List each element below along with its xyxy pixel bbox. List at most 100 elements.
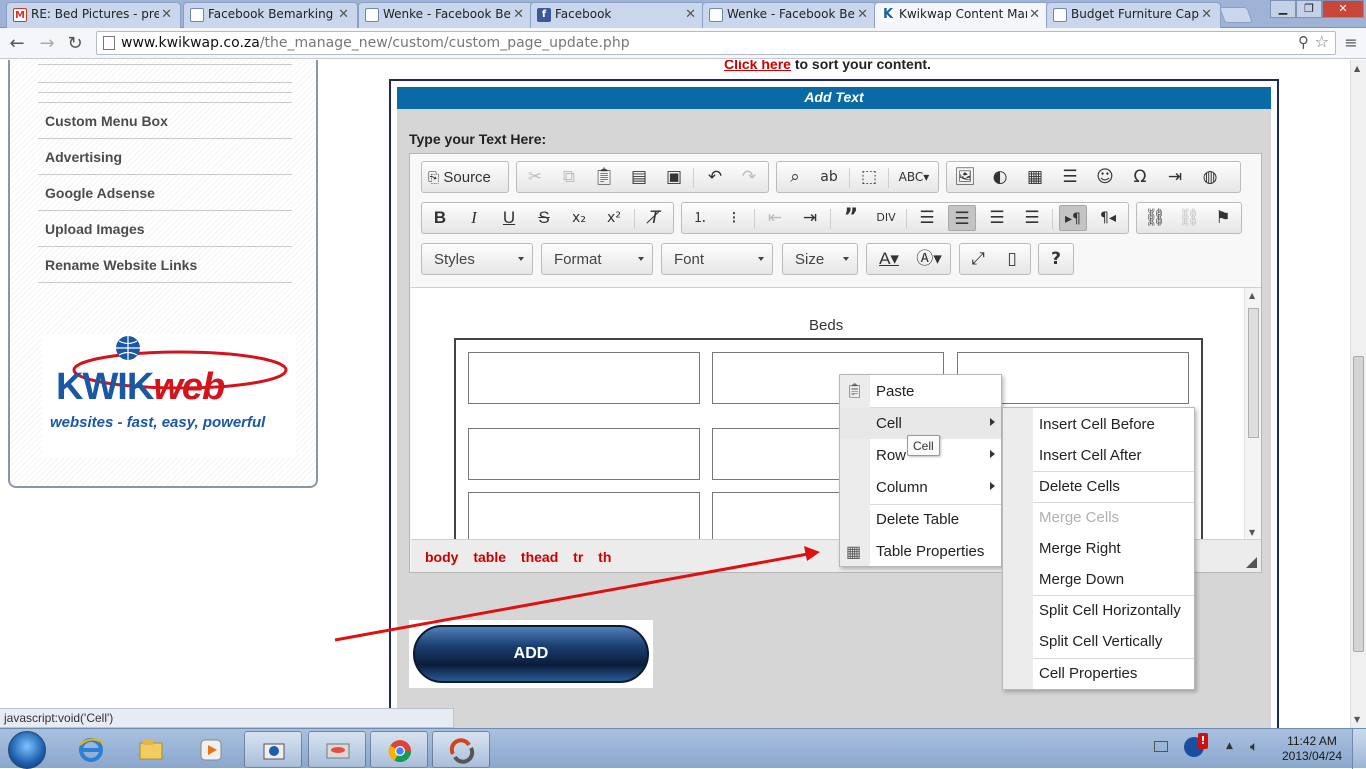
bulleted-list-icon[interactable]: ⁝ [720,205,748,231]
minimize-button[interactable]: ▁ [1270,0,1296,18]
smiley-icon[interactable]: ☺ [1091,164,1119,190]
align-left-icon[interactable]: ☰ [913,205,941,231]
restore-button[interactable]: ❐ [1296,0,1322,18]
new-tab-button[interactable] [1219,7,1253,23]
numbered-list-icon[interactable]: ⒈ [686,205,714,231]
menu-item-insert-cell-after[interactable]: Insert Cell After [1003,440,1194,471]
taskbar-item-hp[interactable] [244,731,302,768]
path-item-tr[interactable]: tr [573,549,583,565]
editor-scroll-thumb[interactable] [1248,308,1259,438]
table-cell[interactable] [468,428,700,480]
forward-arrow-icon[interactable]: → [36,33,58,54]
replace-icon[interactable]: ab [815,164,843,190]
volume-icon[interactable]: 🔈︎ [1250,739,1258,755]
taskbar-item-sync[interactable] [432,731,490,768]
page-scroll-thumb[interactable] [1353,356,1364,652]
superscript-icon[interactable]: x² [600,205,628,231]
menu-item-delete-table[interactable]: Delete Table [840,504,1001,535]
taskbar-item-media-player[interactable] [182,731,240,768]
italic-icon[interactable]: I [460,205,488,231]
browser-tab-active[interactable]: K Kwikwap Content Mar ✕ [874,2,1049,29]
taskbar-item-explorer[interactable] [122,731,180,768]
taskbar-item-chrome[interactable] [370,731,428,768]
blockquote-icon[interactable]: ” [837,205,865,231]
align-right-icon[interactable]: ☰ [983,205,1011,231]
subscript-icon[interactable]: x₂ [565,205,593,231]
sidebar-item-custom-menu-box[interactable]: Custom Menu Box [38,102,292,138]
text-color-icon[interactable]: A▾ [871,246,907,272]
unlink-icon[interactable]: ⛓ [1175,205,1203,231]
sidebar-item-google-adsense[interactable]: Google Adsense [38,174,292,210]
show-hidden-icons-icon[interactable]: ▲ [1226,741,1233,751]
image-icon[interactable]: 🖼︎ [951,164,979,190]
rtl-icon[interactable]: ¶◂ [1094,205,1122,231]
menu-icon[interactable]: ≡ [1340,33,1362,52]
cut-icon[interactable]: ✂ [521,164,549,190]
clock[interactable]: 11:42 AM 2013/04/24 [1278,734,1346,764]
close-icon[interactable]: ✕ [857,7,868,22]
resize-handle-icon[interactable] [1246,557,1257,568]
bookmark-star-icon[interactable]: ☆ [1315,32,1329,51]
browser-tab[interactable]: Wenke - Facebook Ber ✕ [358,2,533,28]
path-item-th[interactable]: th [598,549,611,565]
page-break-icon[interactable]: ⇥ [1161,164,1189,190]
menu-item-cell-properties[interactable]: Cell Properties [1003,658,1194,689]
size-combo[interactable]: Size [782,243,858,275]
align-center-icon[interactable]: ☰ [948,205,976,231]
font-combo[interactable]: Font [661,243,773,275]
spellcheck-icon[interactable]: ABC▾ [895,164,933,190]
remove-format-icon[interactable]: T̸ [641,205,669,231]
zoom-icon[interactable]: ⚲ [1298,33,1309,51]
ltr-icon[interactable]: ▸¶ [1059,205,1087,231]
add-button[interactable]: ADD [413,625,649,683]
link-icon[interactable]: ⛓ [1141,205,1169,231]
browser-tab[interactable]: Facebook Bemarking S ✕ [183,2,358,28]
menu-item-paste[interactable]: 📋︎ Paste [840,376,1001,407]
keyboard-icon[interactable] [1154,741,1168,752]
path-item-table[interactable]: table [473,549,506,565]
window-close-button[interactable]: ✕ [1322,0,1364,18]
source-button[interactable]: ⎘ Source [428,164,506,190]
sort-link[interactable]: Click here [724,60,791,72]
horizontal-rule-icon[interactable]: ☰ [1056,164,1084,190]
show-blocks-icon[interactable]: ▯ [998,246,1026,272]
taskbar-item-app[interactable] [308,731,366,768]
menu-item-insert-cell-before[interactable]: Insert Cell Before [1003,409,1194,440]
table-icon[interactable]: ▦ [1021,164,1049,190]
styles-combo[interactable]: Styles [421,243,533,275]
menu-item-split-vertically[interactable]: Split Cell Vertically [1003,626,1194,657]
browser-tab[interactable]: Budget Furniture Cape ✕ [1046,2,1221,28]
page-scrollbar[interactable]: ▲ ▼ [1350,60,1366,728]
menu-item-column[interactable]: Column [840,472,1001,503]
windows-start-icon[interactable] [8,731,46,769]
select-all-icon[interactable]: ⬚ [855,164,883,190]
flash-icon[interactable]: ◐ [986,164,1014,190]
table-cell[interactable] [468,492,700,539]
path-item-thead[interactable]: thead [521,549,558,565]
sidebar-item-advertising[interactable]: Advertising [38,138,292,174]
address-bar[interactable]: www.kwikwap.co.za/the_manage_new/custom/… [96,31,1336,55]
editor-scrollbar[interactable]: ▲ ▼ [1244,288,1261,539]
show-desktop-button[interactable] [1352,729,1366,769]
close-icon[interactable]: ✕ [513,7,524,22]
browser-tab[interactable]: M RE: Bed Pictures - pret ✕ [6,2,181,28]
redo-icon[interactable]: ↷ [735,164,763,190]
sidebar-item-upload-images[interactable]: Upload Images [38,210,292,246]
justify-icon[interactable]: ☰ [1018,205,1046,231]
table-cell[interactable] [468,352,700,404]
underline-icon[interactable]: U [495,205,523,231]
close-icon[interactable]: ✕ [161,7,172,22]
help-icon[interactable]: ? [1042,246,1070,272]
close-icon[interactable]: ✕ [1201,7,1212,22]
anchor-flag-icon[interactable]: ⚑ [1209,205,1237,231]
paste-word-icon[interactable]: ▣ [660,164,688,190]
scroll-up-icon[interactable]: ▲ [1354,64,1360,73]
paste-text-icon[interactable]: ▤ [625,164,653,190]
bold-icon[interactable]: B [426,205,454,231]
create-div-icon[interactable]: DIV [872,205,900,231]
copy-icon[interactable]: ⧉ [555,164,583,190]
indent-icon[interactable]: ⇥ [796,205,824,231]
special-char-icon[interactable]: Ω [1126,164,1154,190]
taskbar-item-ie[interactable] [62,731,120,768]
menu-item-split-horizontally[interactable]: Split Cell Horizontally [1003,595,1194,626]
